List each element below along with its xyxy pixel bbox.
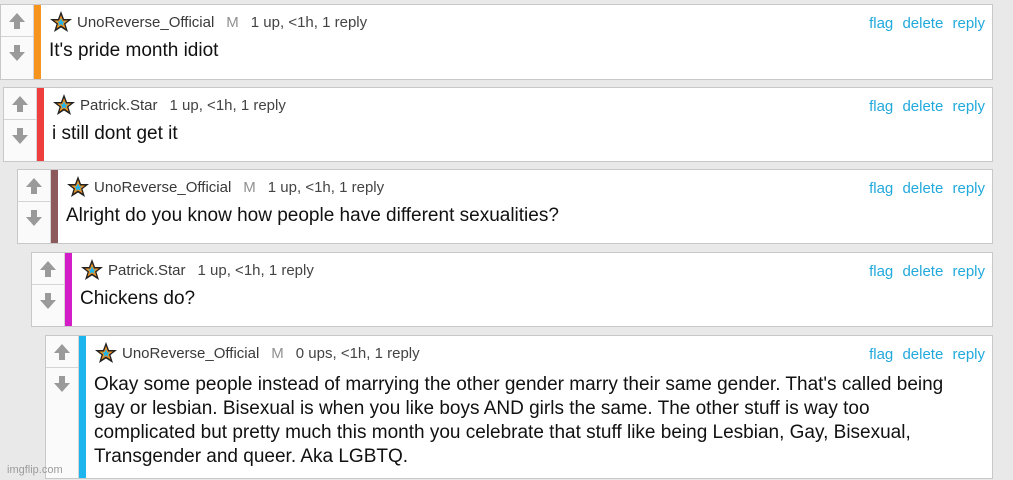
vote-column	[18, 170, 51, 243]
arrow-down-icon	[26, 210, 42, 226]
downvote-button[interactable]	[1, 37, 33, 69]
star-badge-icon	[50, 11, 72, 32]
comment-meta: 1 up, <1h, 1 reply	[267, 178, 385, 196]
arrow-down-icon	[12, 128, 28, 144]
comment-text: Chickens do?	[80, 288, 196, 309]
comment-header: Patrick.Star 1 up, <1h, 1 reply	[52, 94, 985, 116]
imgflip-watermark: imgflip.com	[7, 464, 63, 476]
comment-body: Patrick.Star 1 up, <1h, 1 reply flag del…	[44, 88, 992, 161]
downvote-button[interactable]	[4, 120, 36, 152]
comment-actions: flag delete reply	[864, 346, 985, 363]
upvote-button[interactable]	[18, 170, 50, 202]
vote-column	[1, 5, 34, 79]
upvote-button[interactable]	[4, 88, 36, 120]
comment-meta: 0 ups, <1h, 1 reply	[295, 344, 420, 362]
thread-color-bar	[51, 170, 58, 243]
mod-badge: M	[243, 178, 256, 196]
vote-column	[46, 336, 79, 478]
arrow-up-icon	[12, 95, 28, 112]
arrow-up-icon	[9, 12, 25, 29]
arrow-down-icon	[40, 293, 56, 309]
vote-column	[32, 253, 65, 326]
reply-link[interactable]: reply	[952, 180, 985, 197]
thread-color-bar	[79, 336, 86, 478]
arrow-up-icon	[54, 343, 70, 360]
comment-text: Alright do you know how people have diff…	[66, 205, 559, 226]
comment-actions: flag delete reply	[864, 98, 985, 115]
username-link[interactable]: UnoReverse_Official	[122, 345, 259, 362]
comment: UnoReverse_Official M 0 ups, <1h, 1 repl…	[45, 335, 993, 479]
arrow-down-icon	[9, 45, 25, 61]
comment-body: UnoReverse_Official M 1 up, <1h, 1 reply…	[41, 5, 992, 79]
delete-link[interactable]: delete	[902, 180, 943, 197]
upvote-button[interactable]	[1, 5, 33, 37]
thread-color-bar	[34, 5, 41, 79]
comment-meta: 1 up, <1h, 1 reply	[197, 261, 314, 279]
comment-text: i still dont get it	[52, 123, 178, 144]
flag-link[interactable]: flag	[869, 98, 893, 115]
comment: UnoReverse_Official M 1 up, <1h, 1 reply…	[17, 169, 993, 244]
reply-link[interactable]: reply	[952, 98, 985, 115]
comment-meta: 1 up, <1h, 1 reply	[169, 96, 286, 114]
downvote-button[interactable]	[32, 285, 64, 317]
comment-body: UnoReverse_Official M 1 up, <1h, 1 reply…	[58, 170, 992, 243]
upvote-button[interactable]	[46, 336, 78, 368]
comment-header: UnoReverse_Official M 1 up, <1h, 1 reply	[66, 176, 985, 198]
arrow-up-icon	[26, 177, 42, 194]
comment: Patrick.Star 1 up, <1h, 1 reply flag del…	[31, 252, 993, 327]
reply-link[interactable]: reply	[952, 15, 985, 32]
reply-link[interactable]: reply	[952, 346, 985, 363]
comment-header: UnoReverse_Official M 1 up, <1h, 1 reply	[49, 11, 985, 33]
arrow-down-icon	[54, 376, 70, 392]
comment-header: Patrick.Star 1 up, <1h, 1 reply	[80, 259, 985, 281]
flag-link[interactable]: flag	[869, 263, 893, 280]
delete-link[interactable]: delete	[902, 346, 943, 363]
flag-link[interactable]: flag	[869, 15, 893, 32]
comment-text: It's pride month idiot	[49, 40, 219, 61]
star-badge-icon	[95, 342, 117, 363]
comment-meta: 1 up, <1h, 1 reply	[250, 13, 368, 31]
comment: UnoReverse_Official M 1 up, <1h, 1 reply…	[0, 4, 993, 80]
comment-body: UnoReverse_Official M 0 ups, <1h, 1 repl…	[86, 336, 992, 478]
flag-link[interactable]: flag	[869, 346, 893, 363]
comment-actions: flag delete reply	[864, 180, 985, 197]
username-link[interactable]: Patrick.Star	[80, 97, 158, 114]
star-badge-icon	[67, 176, 89, 197]
comment-text: Okay some people instead of marrying the…	[94, 374, 944, 467]
delete-link[interactable]: delete	[902, 15, 943, 32]
comment-actions: flag delete reply	[864, 263, 985, 280]
delete-link[interactable]: delete	[902, 263, 943, 280]
vote-column	[4, 88, 37, 161]
mod-badge: M	[271, 344, 284, 362]
comment-body: Patrick.Star 1 up, <1h, 1 reply flag del…	[72, 253, 992, 326]
thread-color-bar	[37, 88, 44, 161]
username-link[interactable]: UnoReverse_Official	[94, 179, 231, 196]
thread-color-bar	[65, 253, 72, 326]
upvote-button[interactable]	[32, 253, 64, 285]
comment: Patrick.Star 1 up, <1h, 1 reply flag del…	[3, 87, 993, 162]
star-badge-icon	[81, 259, 103, 280]
delete-link[interactable]: delete	[902, 98, 943, 115]
comment-actions: flag delete reply	[864, 15, 985, 32]
arrow-up-icon	[40, 260, 56, 277]
mod-badge: M	[226, 13, 239, 31]
comment-header: UnoReverse_Official M 0 ups, <1h, 1 repl…	[94, 342, 985, 364]
downvote-button[interactable]	[18, 202, 50, 234]
username-link[interactable]: UnoReverse_Official	[77, 14, 214, 31]
username-link[interactable]: Patrick.Star	[108, 262, 186, 279]
downvote-button[interactable]	[46, 368, 78, 400]
reply-link[interactable]: reply	[952, 263, 985, 280]
star-badge-icon	[53, 94, 75, 115]
flag-link[interactable]: flag	[869, 180, 893, 197]
